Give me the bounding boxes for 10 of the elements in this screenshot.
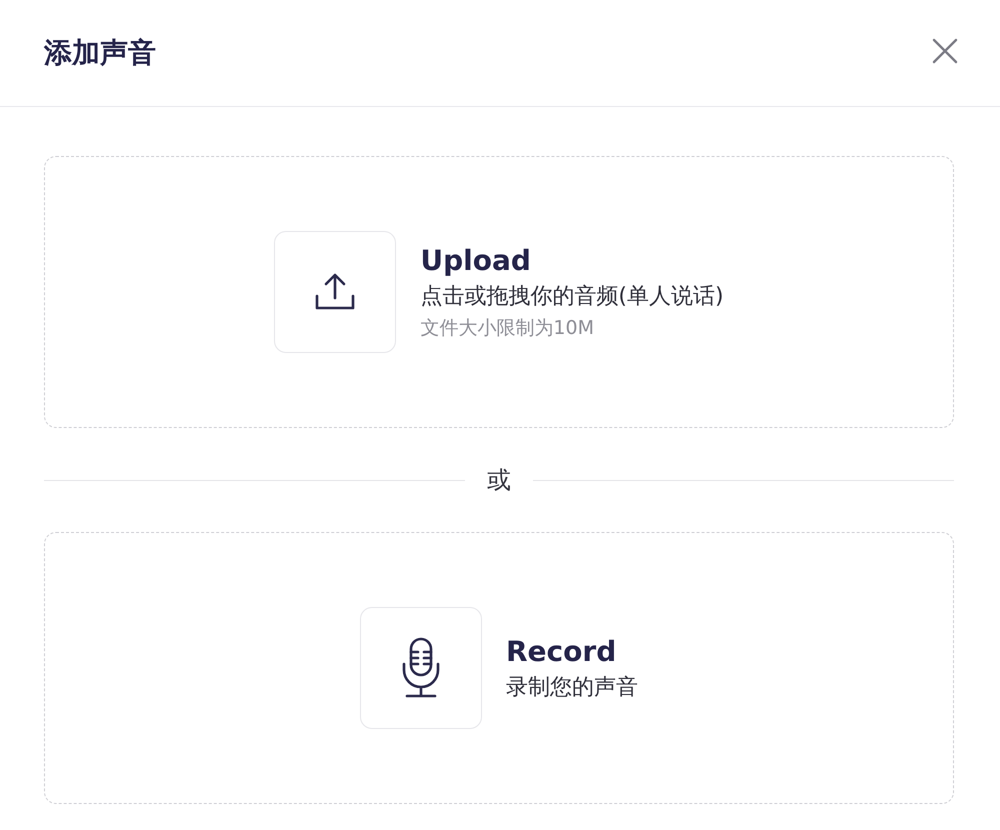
option-title: Upload <box>420 244 532 276</box>
dialog-title: 添加声音 <box>44 35 156 71</box>
option-title: Record <box>506 634 618 668</box>
close-icon[interactable] <box>932 38 958 64</box>
record-area[interactable]: Record 录制您的声音 <box>44 532 954 804</box>
option-description: 点击或拖拽你的音频(单人说话) <box>420 282 724 310</box>
upload-area[interactable]: Upload 点击或拖拽你的音频(单人说话) 文件大小限制为10M <box>44 156 954 428</box>
separator-text: 或 <box>487 465 511 496</box>
option-description: 录制您的声音 <box>506 674 638 702</box>
size-limit-hint: 文件大小限制为10M <box>420 316 595 340</box>
